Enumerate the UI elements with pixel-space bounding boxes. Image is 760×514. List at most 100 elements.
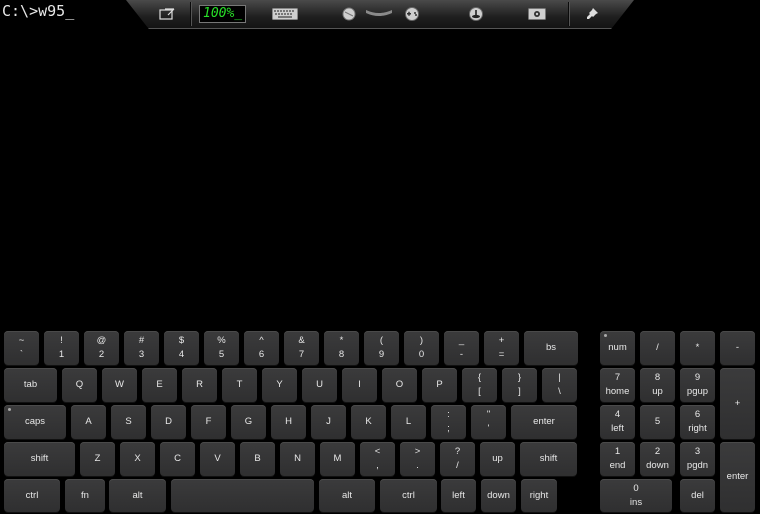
key-up[interactable]: up — [480, 442, 515, 476]
key-i[interactable]: I — [342, 368, 377, 402]
key-n[interactable]: N — [280, 442, 315, 476]
key-0[interactable]: 0 ins — [600, 479, 672, 512]
key-caps[interactable]: caps — [4, 405, 66, 439]
key-bs[interactable]: bs — [524, 331, 578, 365]
key-enter[interactable]: enter — [720, 442, 755, 512]
key-symbol[interactable]: ~ ` — [4, 331, 39, 365]
key-p[interactable]: P — [422, 368, 457, 402]
key-m[interactable]: M — [320, 442, 355, 476]
key-a[interactable]: A — [71, 405, 106, 439]
key-o[interactable]: O — [382, 368, 417, 402]
speed-indicator[interactable]: 100%_ — [199, 4, 247, 24]
gamepad-icon[interactable] — [402, 4, 422, 24]
key-shift[interactable]: shift — [4, 442, 75, 476]
key-alt[interactable]: alt — [319, 479, 375, 512]
key-symbol[interactable]: ? / — [440, 442, 475, 476]
key-symbol[interactable]: $4 — [164, 331, 199, 365]
key-symbol[interactable]: " ' — [471, 405, 506, 439]
key-symbol[interactable]: ^ 6 — [244, 331, 279, 365]
key-symbol[interactable]: {[ — [462, 368, 497, 402]
key-label-top: * — [695, 342, 700, 353]
key-fn[interactable]: fn — [65, 479, 105, 512]
key-left[interactable]: left — [441, 479, 476, 512]
key-k[interactable]: K — [351, 405, 386, 439]
key-symbol[interactable]: - — [720, 331, 755, 365]
pin-icon[interactable] — [582, 4, 602, 24]
key-symbol[interactable]: ! 1 — [44, 331, 79, 365]
key-enter[interactable]: enter — [511, 405, 577, 439]
joystick-icon[interactable] — [466, 4, 486, 24]
key-label-top: ) — [419, 335, 424, 346]
key-t[interactable]: T — [222, 368, 257, 402]
key-shift[interactable]: shift — [520, 442, 577, 476]
key-down[interactable]: down — [481, 479, 516, 512]
key-label-top: 4 — [614, 409, 621, 420]
key-8[interactable]: 8 up — [640, 368, 675, 402]
key-symbol[interactable]: + = — [484, 331, 519, 365]
key-z[interactable]: Z — [80, 442, 115, 476]
key-ctrl[interactable]: ctrl — [380, 479, 437, 512]
key-del[interactable]: del — [680, 479, 715, 512]
key-label-top: E — [156, 379, 163, 390]
key-symbol[interactable]: ) 0 — [404, 331, 439, 365]
key-3[interactable]: 3 pgdn — [680, 442, 715, 476]
key-symbol[interactable]: % 5 — [204, 331, 239, 365]
key-4[interactable]: 4 left — [600, 405, 635, 439]
mouse-icon[interactable] — [340, 4, 358, 24]
key-ctrl[interactable]: ctrl — [4, 479, 60, 512]
key-9[interactable]: 9 pgup — [680, 368, 715, 402]
key-label-top: P — [436, 379, 443, 390]
key-b[interactable]: B — [240, 442, 275, 476]
key-symbol[interactable]: >. — [400, 442, 435, 476]
key-symbol[interactable]: & 7 — [284, 331, 319, 365]
key-h[interactable]: H — [271, 405, 306, 439]
key-symbol[interactable]: <, — [360, 442, 395, 476]
settings-icon[interactable] — [526, 4, 548, 24]
speed-value: 100%_ — [199, 5, 247, 23]
key-g[interactable]: G — [231, 405, 266, 439]
key-f[interactable]: F — [191, 405, 226, 439]
dos-prompt: C:\>w95_ — [2, 2, 75, 20]
key-y[interactable]: Y — [262, 368, 297, 402]
key-symbol[interactable]: }] — [502, 368, 537, 402]
key-symbol[interactable]: _ - — [444, 331, 479, 365]
key-d[interactable]: D — [151, 405, 186, 439]
key-space[interactable] — [171, 479, 314, 512]
key-s[interactable]: S — [111, 405, 146, 439]
key-symbol[interactable]: #3 — [124, 331, 159, 365]
key-symbol[interactable]: :; — [431, 405, 466, 439]
key-symbol[interactable]: + — [720, 368, 755, 439]
key-symbol[interactable]: @2 — [84, 331, 119, 365]
key-label-top: left — [452, 489, 465, 501]
key-tab[interactable]: tab — [4, 368, 57, 402]
key-j[interactable]: J — [311, 405, 346, 439]
key-symbol[interactable]: * — [680, 331, 715, 365]
keyboard-icon[interactable] — [271, 4, 299, 24]
key-label-top: ? — [454, 446, 461, 457]
key-v[interactable]: V — [200, 442, 235, 476]
key-6[interactable]: 6 right — [680, 405, 715, 439]
key-label-top: alt — [132, 489, 143, 501]
key-alt[interactable]: alt — [109, 479, 166, 512]
key-l[interactable]: L — [391, 405, 426, 439]
key-x[interactable]: X — [120, 442, 155, 476]
key-1[interactable]: 1 end — [600, 442, 635, 476]
key-2[interactable]: 2 down — [640, 442, 675, 476]
key-symbol[interactable]: | \ — [542, 368, 577, 402]
exit-icon[interactable] — [156, 4, 178, 24]
key-u[interactable]: U — [302, 368, 337, 402]
toolbar-handle[interactable] — [364, 3, 394, 23]
key-right[interactable]: right — [521, 479, 557, 512]
key-r[interactable]: R — [182, 368, 217, 402]
key-symbol[interactable]: / — [640, 331, 675, 365]
key-e[interactable]: E — [142, 368, 177, 402]
key-7[interactable]: 7 home — [600, 368, 635, 402]
key-5[interactable]: 5 — [640, 405, 675, 439]
key-q[interactable]: Q — [62, 368, 97, 402]
key-symbol[interactable]: * 8 — [324, 331, 359, 365]
key-label-top: 2 — [654, 446, 661, 457]
key-w[interactable]: W — [102, 368, 137, 402]
key-symbol[interactable]: (9 — [364, 331, 399, 365]
key-num[interactable]: num — [600, 331, 635, 365]
key-c[interactable]: C — [160, 442, 195, 476]
